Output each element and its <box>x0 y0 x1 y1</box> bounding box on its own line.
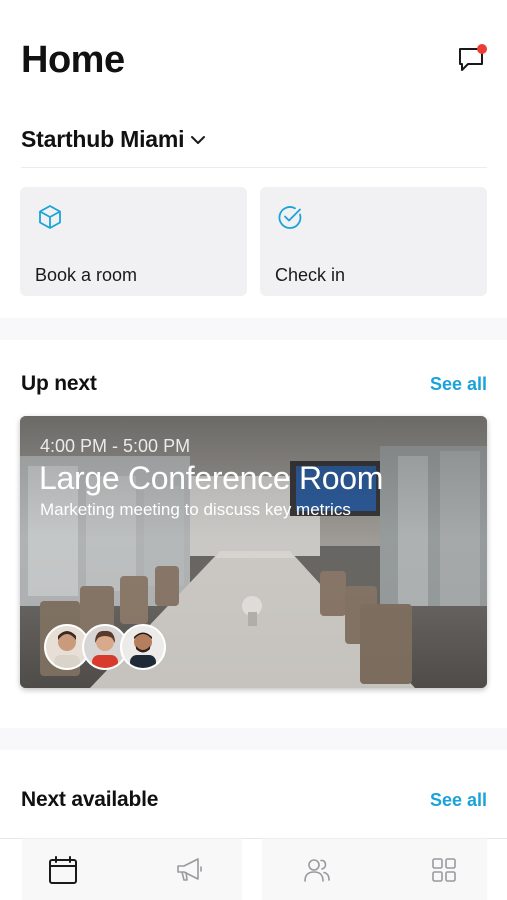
quick-actions: Book a room Check in <box>20 187 487 296</box>
attendee-avatars[interactable] <box>44 624 166 670</box>
up-next-see-all-link[interactable]: See all <box>430 374 487 395</box>
section-separator <box>0 318 507 340</box>
chevron-down-icon <box>191 135 206 144</box>
upcoming-event-card[interactable]: 4:00 PM - 5:00 PM Large Conference Room … <box>20 416 487 688</box>
event-room-name: Large Conference Room <box>39 460 384 496</box>
book-room-label: Book a room <box>35 265 138 285</box>
header: Home <box>21 38 487 86</box>
notification-badge <box>477 44 487 54</box>
tab-announcements[interactable] <box>127 839 254 900</box>
check-circle-icon <box>278 206 302 229</box>
next-available-see-all-link[interactable]: See all <box>430 790 487 811</box>
next-available-header: Next available See all <box>21 788 487 812</box>
location-name: Starthub Miami <box>21 126 185 152</box>
messages-button[interactable] <box>457 44 487 74</box>
section-separator <box>0 728 507 750</box>
tab-more[interactable] <box>380 839 507 900</box>
check-in-button[interactable]: Check in <box>260 187 487 296</box>
bottom-tab-bar <box>0 838 507 900</box>
up-next-title: Up next <box>21 372 97 395</box>
up-next-header: Up next See all <box>21 372 487 396</box>
book-room-button[interactable]: Book a room <box>20 187 247 296</box>
event-description: Marketing meeting to discuss key metrics <box>40 500 351 519</box>
tab-calendar[interactable] <box>0 839 127 900</box>
tab-people[interactable] <box>254 839 381 900</box>
next-available-title: Next available <box>21 788 159 811</box>
location-selector[interactable]: Starthub Miami <box>21 126 206 153</box>
calendar-icon <box>49 855 78 884</box>
cube-icon <box>39 205 61 229</box>
divider <box>21 167 487 168</box>
people-icon <box>304 858 330 882</box>
megaphone-icon <box>177 857 202 881</box>
check-in-label: Check in <box>275 265 346 285</box>
page-title: Home <box>21 39 125 81</box>
event-time: 4:00 PM - 5:00 PM <box>40 436 191 456</box>
grid-icon <box>431 857 456 882</box>
avatar <box>120 624 166 670</box>
